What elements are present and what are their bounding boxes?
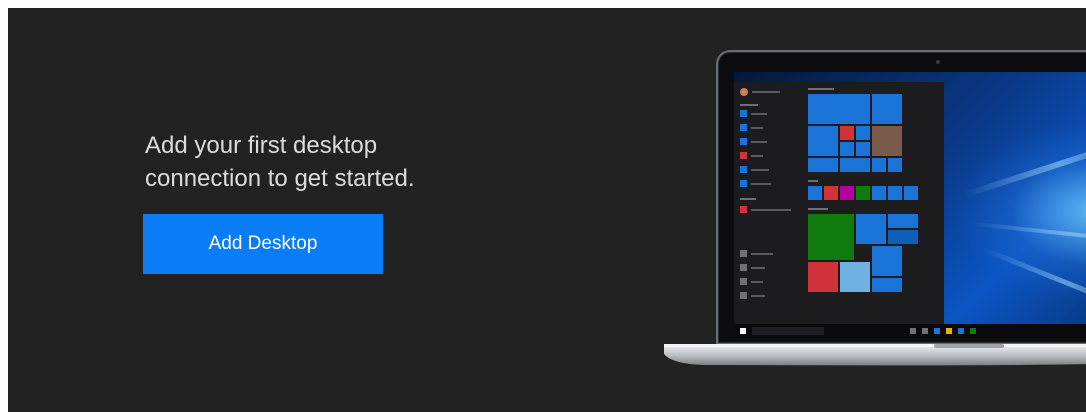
taskbar [734,324,1086,338]
laptop-base [664,344,1086,366]
start-menu-tiles [808,88,940,318]
laptop-camera [936,60,940,64]
laptop-illustration [716,50,1086,345]
message-line-2: connection to get started. [145,165,415,192]
start-menu-app-list [734,82,804,324]
empty-state-panel: Add your first desktop connection to get… [8,8,1086,412]
laptop-screen [734,72,1086,338]
taskbar-search-box [752,327,824,335]
windows-logo-icon [740,328,746,334]
avatar [740,88,748,96]
start-menu [734,82,944,324]
add-desktop-button[interactable]: Add Desktop [143,214,383,274]
empty-state-message: Add your first desktop connection to get… [145,129,505,195]
message-line-1: Add your first desktop [145,132,378,159]
start-menu-user [740,88,780,96]
